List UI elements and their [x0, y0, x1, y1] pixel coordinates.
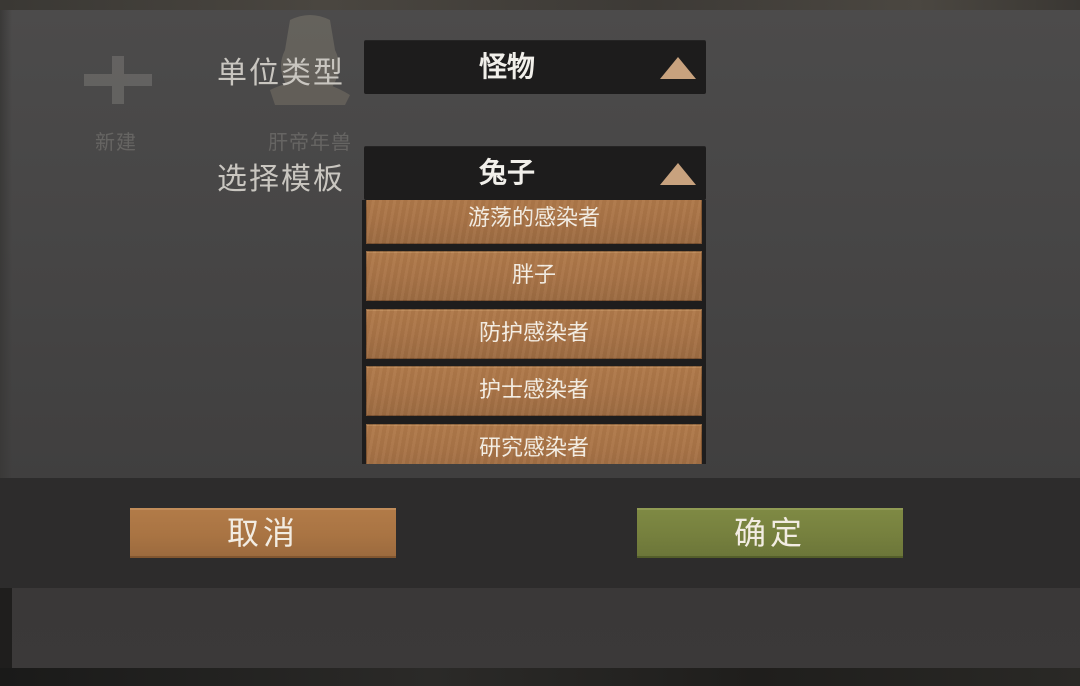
- template-option[interactable]: 护士感染者: [366, 366, 702, 416]
- template-options-list[interactable]: 游荡的感染者 胖子 防护感染者 护士感染者 研究感染者: [362, 200, 706, 464]
- template-option[interactable]: 防护感染者: [366, 309, 702, 359]
- cancel-button[interactable]: 取消: [130, 508, 396, 558]
- unit-type-value: 怪物: [478, 50, 535, 83]
- scene-background-bottom: [0, 668, 1080, 686]
- background-new-label: 新建: [95, 130, 137, 154]
- triangle-up-icon: [660, 57, 696, 79]
- game-screen: 新建 肝帝年兽 单位类型 怪物 选择模板 兔子 游荡的感染者 胖子 防护感染者 …: [0, 0, 1080, 686]
- template-label: 选择模板: [217, 162, 345, 197]
- bottom-panel-edge: [0, 588, 12, 668]
- unit-type-label: 单位类型: [217, 56, 345, 91]
- template-value: 兔子: [478, 156, 535, 189]
- triangle-up-icon: [660, 163, 696, 185]
- template-option[interactable]: 游荡的感染者: [366, 200, 702, 244]
- template-option[interactable]: 胖子: [366, 251, 702, 301]
- scene-background-top: [0, 0, 1080, 10]
- template-option[interactable]: 研究感染者: [366, 424, 702, 464]
- dialog-left-edge: [0, 10, 12, 478]
- template-dropdown[interactable]: 兔子: [364, 146, 706, 200]
- unit-type-dropdown[interactable]: 怪物: [364, 40, 706, 94]
- bottom-panel: [0, 588, 1080, 668]
- background-preset-label: 肝帝年兽: [268, 130, 352, 154]
- confirm-button[interactable]: 确定: [637, 508, 903, 558]
- plus-icon: [84, 56, 152, 104]
